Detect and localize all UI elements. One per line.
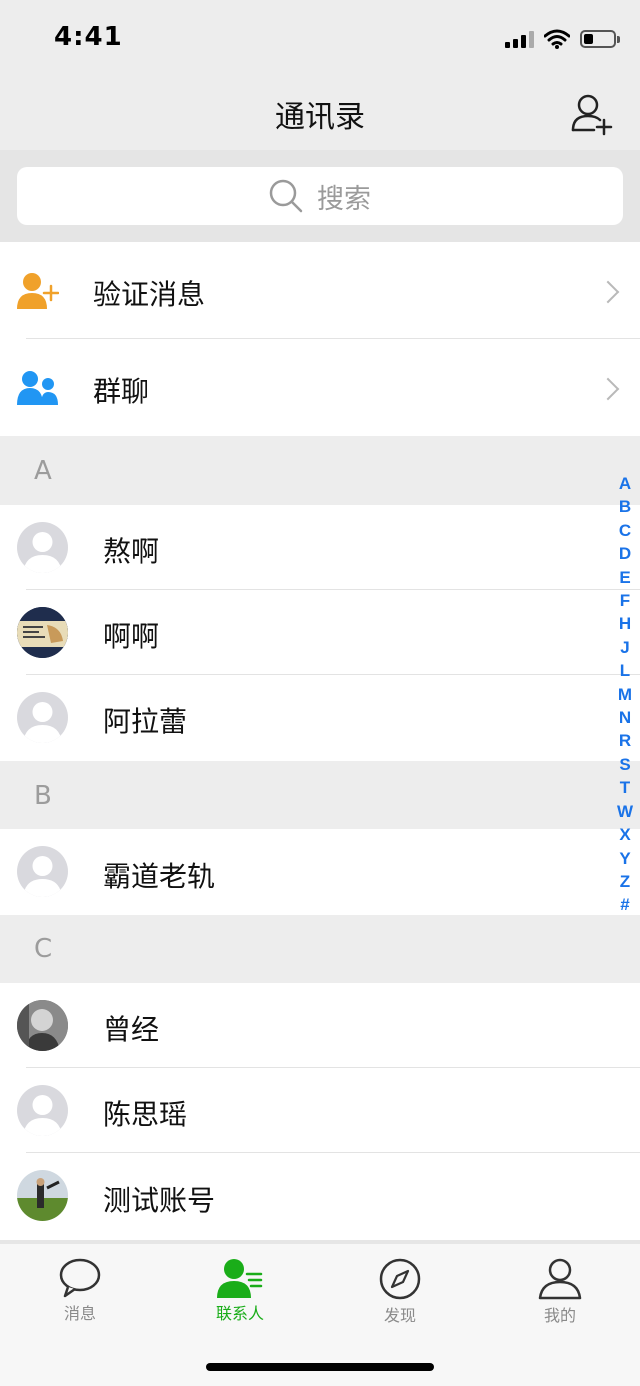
wifi-icon	[544, 29, 570, 49]
section-header-c: C	[0, 915, 640, 983]
add-user-icon	[17, 273, 59, 309]
default-avatar	[17, 1085, 68, 1136]
index-letter[interactable]: #	[620, 893, 629, 916]
row-label: 群聊	[93, 375, 150, 408]
contact-row[interactable]: 曾经	[0, 983, 640, 1068]
index-letter[interactable]: Z	[620, 870, 630, 893]
index-letter[interactable]: X	[619, 823, 630, 846]
contact-row[interactable]: 霸道老轨	[0, 829, 640, 915]
alphabet-index[interactable]: A B C D E F H J L M N R S T W X Y Z #	[615, 472, 635, 917]
index-letter[interactable]: A	[619, 472, 631, 495]
section-letter: B	[34, 781, 52, 811]
tab-label: 消息	[63, 1304, 96, 1323]
search-placeholder: 搜索	[317, 183, 371, 215]
page-title: 通讯录	[275, 100, 365, 135]
tab-messages[interactable]: 消息	[20, 1258, 140, 1324]
section-header-a: A	[0, 436, 640, 505]
index-letter[interactable]: W	[617, 800, 633, 823]
index-letter[interactable]: H	[619, 612, 631, 635]
contact-name: 陈思瑶	[103, 1098, 188, 1131]
group-chat-row[interactable]: 群聊	[0, 339, 640, 436]
index-letter[interactable]: M	[618, 683, 632, 706]
index-letter[interactable]: S	[619, 753, 630, 776]
index-letter[interactable]: D	[619, 542, 631, 565]
contact-row[interactable]: 测试账号	[0, 1153, 640, 1240]
default-avatar	[17, 522, 68, 573]
home-indicator	[206, 1363, 434, 1371]
photo-avatar	[17, 1170, 68, 1221]
contact-row[interactable]: 熬啊	[0, 505, 640, 590]
battery-icon	[580, 30, 620, 48]
add-contact-icon[interactable]	[570, 92, 614, 136]
photo-avatar	[17, 607, 68, 658]
tab-label: 发现	[383, 1306, 416, 1325]
index-letter[interactable]: Y	[619, 847, 630, 870]
index-letter[interactable]: B	[619, 495, 631, 518]
tab-me[interactable]: 我的	[500, 1258, 620, 1326]
status-time: 4:41	[54, 22, 123, 52]
chevron-right-icon	[596, 377, 620, 401]
index-letter[interactable]: F	[620, 589, 630, 612]
person-icon	[538, 1258, 582, 1300]
contact-row[interactable]: 阿拉蕾	[0, 675, 640, 761]
contact-name: 测试账号	[103, 1184, 216, 1217]
index-letter[interactable]: L	[620, 659, 630, 682]
contact-name: 阿拉蕾	[103, 705, 188, 738]
index-letter[interactable]: N	[619, 706, 631, 729]
section-letter: A	[34, 456, 52, 486]
tab-label: 我的	[543, 1306, 576, 1325]
index-letter[interactable]: C	[619, 519, 631, 542]
tab-label: 联系人	[215, 1304, 264, 1323]
index-letter[interactable]: J	[620, 636, 629, 659]
search-icon	[269, 179, 303, 213]
section-letter: C	[34, 934, 53, 964]
contact-row[interactable]: 陈思瑶	[0, 1068, 640, 1153]
search-input[interactable]: 搜索	[17, 167, 623, 225]
chat-bubble-icon	[59, 1258, 101, 1298]
contact-row[interactable]: 啊啊	[0, 590, 640, 675]
tab-discover[interactable]: 发现	[340, 1258, 460, 1326]
group-icon	[17, 371, 58, 405]
cellular-signal-icon	[505, 30, 534, 48]
photo-avatar	[17, 1000, 68, 1051]
contact-name: 曾经	[103, 1013, 160, 1046]
contacts-icon	[217, 1259, 263, 1298]
index-letter[interactable]: E	[619, 566, 630, 589]
chevron-right-icon	[596, 280, 620, 304]
default-avatar	[17, 692, 68, 743]
verification-messages-row[interactable]: 验证消息	[0, 242, 640, 339]
row-label: 验证消息	[93, 278, 206, 311]
index-letter[interactable]: R	[619, 729, 631, 752]
compass-icon	[379, 1258, 421, 1300]
contact-name: 啊啊	[103, 620, 160, 653]
default-avatar	[17, 846, 68, 897]
status-icons	[505, 26, 620, 52]
section-header-b: B	[0, 761, 640, 829]
tab-contacts[interactable]: 联系人	[180, 1258, 300, 1324]
index-letter[interactable]: T	[620, 776, 630, 799]
contact-name: 熬啊	[103, 535, 160, 568]
contact-name: 霸道老轨	[103, 860, 216, 893]
